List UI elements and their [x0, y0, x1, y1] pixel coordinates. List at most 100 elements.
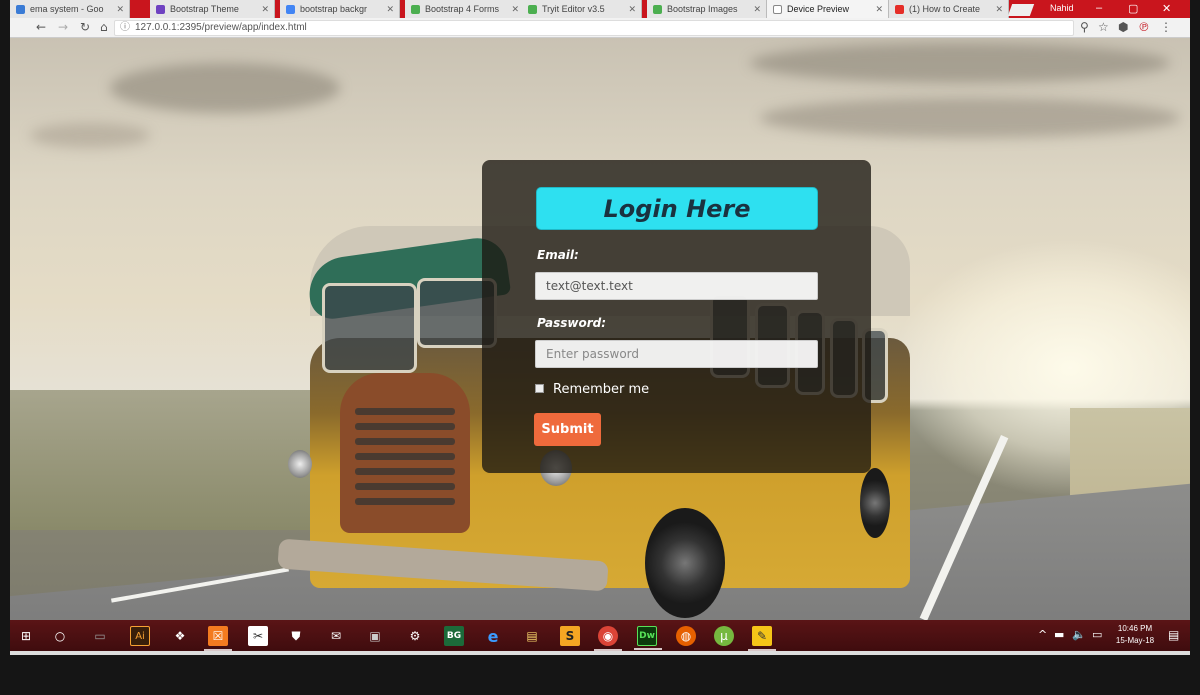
password-field[interactable]	[535, 340, 818, 368]
back-icon[interactable]: ←	[36, 20, 46, 34]
cortana-search-icon[interactable]: ○	[50, 626, 70, 646]
cloud	[760, 98, 1180, 138]
close-icon[interactable]: ✕	[995, 4, 1003, 15]
tab-label: Tryit Editor v3.5	[542, 4, 605, 14]
close-icon[interactable]: ✕	[116, 4, 124, 15]
bootstrap-favicon-icon	[156, 4, 165, 14]
profile-name[interactable]: Nahid	[1050, 3, 1074, 13]
tab-bootstrap-images[interactable]: Bootstrap Images ✕	[647, 0, 767, 18]
close-icon[interactable]: ✕	[875, 4, 883, 15]
bg-app-icon[interactable]: BG	[444, 626, 464, 646]
browser-tab-strip: ema system - Goo ✕ Bootstrap Theme ✕ boo…	[10, 0, 1190, 18]
volume-icon[interactable]: 🔈	[1072, 628, 1086, 641]
tab-bootstrap-backgr[interactable]: bootstrap backgr ✕	[280, 0, 400, 18]
firefox-icon[interactable]: ◍	[676, 626, 696, 646]
google-favicon-icon	[16, 4, 25, 14]
pinterest-icon[interactable]: ℗	[1138, 20, 1150, 34]
youtube-favicon-icon	[895, 4, 904, 14]
task-view-icon[interactable]: ▭	[90, 626, 110, 646]
tab-label: ema system - Goo	[30, 4, 104, 14]
grille-bar	[355, 498, 455, 505]
show-hidden-icons-icon[interactable]: ^	[1038, 628, 1047, 641]
xampp-icon[interactable]: ☒	[204, 626, 232, 651]
terminal-icon[interactable]: ▣	[365, 626, 385, 646]
illustrator-icon[interactable]: Ai	[130, 626, 150, 646]
tab-label: bootstrap backgr	[300, 4, 368, 14]
mail-icon[interactable]: ✉	[326, 626, 346, 646]
sublime-text-icon[interactable]: S	[560, 626, 580, 646]
reload-icon[interactable]: ↻	[80, 20, 90, 34]
tab-bootstrap-4-forms[interactable]: Bootstrap 4 Forms ✕	[405, 0, 525, 18]
grass-field	[10, 390, 310, 530]
close-window-icon[interactable]: ✕	[1162, 2, 1171, 15]
notifications-icon[interactable]: ▤	[1168, 628, 1179, 642]
google-favicon-icon	[286, 4, 295, 14]
chrome-icon[interactable]: ◉	[594, 626, 622, 651]
file-explorer-icon[interactable]: ▤	[522, 626, 542, 646]
windows-start-icon[interactable]: ⊞	[16, 626, 36, 646]
grille-bar	[355, 438, 455, 445]
w3schools-favicon-icon	[528, 4, 537, 14]
clock[interactable]: 10:46 PM 15-May-18	[1110, 623, 1160, 647]
bookmark-star-icon[interactable]: ☆	[1098, 20, 1109, 34]
message-icon[interactable]: ▭	[1092, 628, 1102, 641]
menu-icon[interactable]: ⋮	[1160, 20, 1172, 34]
minimize-icon[interactable]: ‒	[1096, 2, 1102, 14]
grille-bar	[355, 453, 455, 460]
settings-icon[interactable]: ⚙	[405, 626, 425, 646]
monitor-bezel: ema system - Goo ✕ Bootstrap Theme ✕ boo…	[0, 0, 1200, 695]
windows-taskbar: ⊞ ○ ▭ Ai ❖ ☒ ✂ ⛊ ✉ ▣ ⚙ BG e ▤ S ◉ Dw ◍ μ…	[10, 620, 1190, 651]
tab-tryit-editor[interactable]: Tryit Editor v3.5 ✕	[522, 0, 642, 18]
close-icon[interactable]: ✕	[261, 4, 269, 15]
address-bar[interactable]: ⓘ 127.0.0.1:2395/preview/app/index.html	[114, 20, 1074, 36]
extension-icon[interactable]: ⬢	[1118, 20, 1128, 34]
bus-window	[322, 283, 417, 373]
tab-label: Bootstrap Theme	[170, 4, 239, 14]
snipping-tool-icon[interactable]: ✂	[248, 626, 268, 646]
email-label: Email:	[537, 248, 579, 262]
grille-bar	[355, 423, 455, 430]
network-icon[interactable]: ▬	[1054, 628, 1064, 641]
notes-app-icon[interactable]: ✎	[748, 626, 776, 651]
address-url: 127.0.0.1:2395/preview/app/index.html	[135, 22, 307, 33]
tab-label: Device Preview	[787, 4, 850, 14]
email-field[interactable]	[535, 272, 818, 300]
home-icon[interactable]: ⌂	[100, 20, 108, 34]
tab-ema-system[interactable]: ema system - Goo ✕	[10, 0, 130, 18]
grille-bar	[355, 408, 455, 415]
page-background: Login Here Email: Password: Remember me …	[10, 38, 1190, 620]
cloud	[110, 63, 340, 113]
dreamweaver-icon[interactable]: Dw	[634, 626, 662, 650]
new-tab-button[interactable]	[1007, 4, 1035, 16]
forward-icon[interactable]: →	[58, 20, 68, 34]
bus-headlight	[288, 450, 312, 478]
maximize-icon[interactable]: ▢	[1128, 2, 1138, 15]
store-icon[interactable]: ⛊	[286, 626, 306, 646]
screen: ema system - Goo ✕ Bootstrap Theme ✕ boo…	[10, 0, 1190, 655]
site-info-icon[interactable]: ⓘ	[120, 21, 130, 35]
close-icon[interactable]: ✕	[753, 4, 761, 15]
clock-date: 15-May-18	[1115, 636, 1155, 645]
network-app-icon[interactable]: ❖	[170, 626, 190, 646]
close-icon[interactable]: ✕	[628, 4, 636, 15]
tab-label: Bootstrap 4 Forms	[425, 4, 500, 14]
tab-device-preview[interactable]: Device Preview ✕	[767, 0, 889, 18]
tab-label: Bootstrap Images	[667, 4, 738, 14]
password-label: Password:	[537, 316, 607, 330]
submit-button[interactable]: Submit	[534, 413, 601, 446]
page-favicon-icon	[773, 4, 782, 14]
edge-icon[interactable]: e	[483, 626, 503, 646]
tab-bootstrap-theme[interactable]: Bootstrap Theme ✕	[150, 0, 275, 18]
grille-bar	[355, 468, 455, 475]
close-icon[interactable]: ✕	[511, 4, 519, 15]
remember-me-checkbox[interactable]	[535, 384, 544, 393]
cloud	[30, 123, 150, 148]
bus-wheel	[860, 468, 890, 538]
close-icon[interactable]: ✕	[386, 4, 394, 15]
remember-me-label: Remember me	[553, 382, 650, 397]
tab-how-to-create[interactable]: (1) How to Create ✕	[889, 0, 1009, 18]
utorrent-icon[interactable]: μ	[714, 626, 734, 646]
zoom-icon[interactable]: ⚲	[1080, 20, 1089, 34]
tab-label: (1) How to Create	[909, 4, 981, 14]
grille-bar	[355, 483, 455, 490]
